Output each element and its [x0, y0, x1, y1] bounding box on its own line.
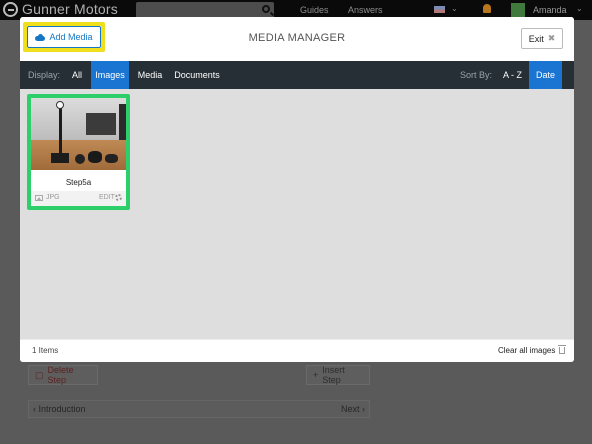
edit-link[interactable]: EDIT [99, 194, 115, 201]
media-item-footer: JPG EDIT [31, 191, 126, 206]
tab-images[interactable]: Images [91, 61, 129, 89]
thumbnail-part [75, 154, 85, 164]
delete-step-button[interactable]: ▢ Delete Step [28, 365, 98, 385]
chevron-down-icon[interactable]: ⌄ [576, 4, 583, 13]
chevron-down-icon[interactable]: ⌄ [451, 4, 458, 13]
gear-icon[interactable] [115, 194, 122, 201]
filter-toolbar: Display: All Images Media Documents Sort… [20, 61, 574, 89]
search-icon[interactable] [262, 5, 270, 13]
sort-date[interactable]: Date [529, 61, 562, 89]
media-grid: Step5a JPG EDIT [20, 89, 574, 339]
file-type-label: JPG [46, 194, 60, 201]
nav-link-guides[interactable]: Guides [300, 5, 329, 15]
prev-step-link[interactable]: ‹ Introduction [33, 404, 86, 414]
plus-icon: + [313, 370, 319, 380]
avatar[interactable] [511, 3, 525, 17]
user-name[interactable]: Amanda [533, 5, 567, 15]
tab-all[interactable]: All [66, 61, 88, 89]
sort-label: Sort By: [460, 70, 493, 80]
modal-title: MEDIA MANAGER [248, 32, 346, 44]
close-icon: ✖ [547, 33, 556, 43]
nav-link-answers[interactable]: Answers [348, 5, 383, 15]
modal-footer: 1 Items Clear all images [20, 339, 574, 362]
tab-documents[interactable]: Documents [170, 61, 224, 89]
search-input[interactable] [136, 2, 274, 18]
trash-icon [558, 345, 567, 354]
step-navigation: ‹ Introduction Next › [28, 400, 370, 418]
tab-media[interactable]: Media [132, 61, 168, 89]
modal-header: Add Media MEDIA MANAGER Exit ✖ [20, 17, 574, 61]
item-count: 1 Items [32, 346, 59, 355]
thumbnail-rod [59, 104, 62, 156]
trash-icon: ▢ [35, 369, 44, 380]
next-step-link[interactable]: Next › [341, 404, 365, 414]
thumbnail-equipment [86, 113, 116, 135]
media-manager-modal: Add Media MEDIA MANAGER Exit ✖ Display: … [20, 17, 574, 362]
language-flag-icon[interactable] [434, 6, 445, 13]
clear-all-label: Clear all images [498, 346, 556, 355]
thumbnail-post [119, 104, 126, 144]
exit-button[interactable]: Exit ✖ [521, 28, 563, 49]
delete-step-label: Delete Step [47, 365, 74, 385]
display-label: Display: [28, 70, 61, 80]
thumbnail-base [51, 153, 69, 163]
media-item-name: Step5a [65, 178, 92, 187]
media-thumbnail[interactable] [31, 98, 126, 170]
brand-name[interactable]: Gunner Motors [22, 1, 118, 17]
brand-logo-icon[interactable] [3, 2, 18, 17]
thumbnail-part [105, 154, 118, 163]
thumbnail-part [88, 151, 102, 163]
sort-a-z[interactable]: A - Z [496, 61, 529, 89]
exit-label: Exit [528, 33, 544, 44]
image-icon [35, 195, 43, 201]
insert-step-label: Insert Step [322, 365, 345, 385]
thumbnail-knob [56, 101, 64, 109]
notification-bell-icon[interactable] [483, 4, 491, 13]
media-item-card[interactable]: Step5a JPG EDIT [27, 94, 130, 210]
insert-step-button[interactable]: + Insert Step [306, 365, 370, 385]
clear-all-images-button[interactable]: Clear all images [498, 345, 567, 355]
